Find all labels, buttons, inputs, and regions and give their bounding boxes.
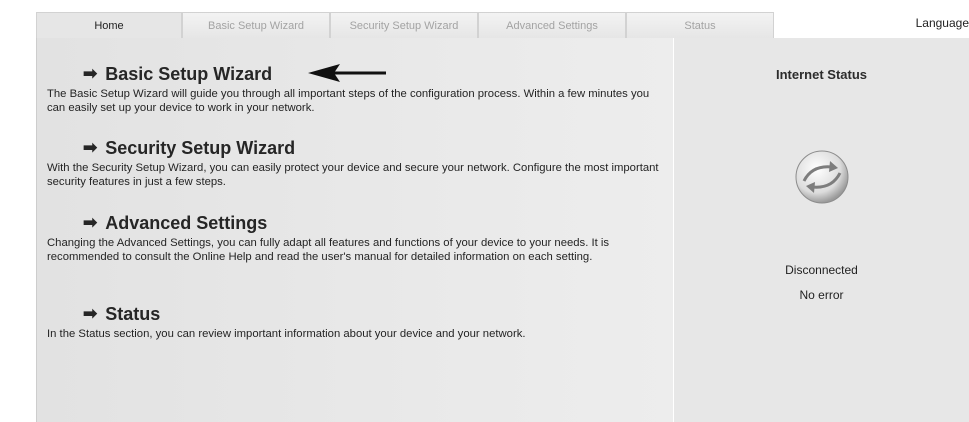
section-title: Security Setup Wizard [105,138,296,158]
section-security-setup-wizard: ➡ Security Setup Wizard With the Securit… [47,137,663,189]
home-content-panel: ➡ Basic Setup Wizard The Basic Setup Wiz… [36,38,673,422]
tab-home[interactable]: Home [36,12,182,38]
language-link[interactable]: Language [916,16,969,30]
right-arrow-icon: ➡ [83,138,98,157]
right-arrow-icon: ➡ [83,213,98,232]
internet-status-title: Internet Status [775,67,867,82]
left-arrow-pointer-icon [308,64,386,82]
section-advanced-settings: ➡ Advanced Settings Changing the Advance… [47,212,663,264]
right-arrow-icon: ➡ [83,304,98,323]
tab-advanced-settings-label: Advanced Settings [506,19,598,32]
section-title: Basic Setup Wizard [105,64,273,84]
globe-connection-icon [795,150,849,204]
advanced-settings-link[interactable]: ➡ Advanced Settings [83,212,663,234]
tab-bar: Home Basic Setup Wizard Security Setup W… [36,12,969,39]
connection-status-text: Disconnected [785,263,858,277]
section-description: The Basic Setup Wizard will guide you th… [47,88,650,114]
status-link[interactable]: ➡ Status [83,303,663,325]
section-description: Changing the Advanced Settings, you can … [47,237,610,263]
tab-basic-setup-wizard[interactable]: Basic Setup Wizard [182,12,330,38]
section-description: In the Status section, you can review im… [47,328,526,340]
section-description: With the Security Setup Wizard, you can … [47,162,659,188]
tab-basic-setup-wizard-label: Basic Setup Wizard [208,19,304,32]
section-title: Advanced Settings [105,213,268,233]
security-setup-wizard-link[interactable]: ➡ Security Setup Wizard [83,137,663,159]
tab-status-label: Status [684,19,716,32]
error-status-text: No error [799,288,844,302]
tab-security-setup-wizard[interactable]: Security Setup Wizard [330,12,478,38]
section-title: Status [105,304,161,324]
internet-status-panel: Internet Status Disconnected No error [673,38,969,422]
section-status: ➡ Status In the Status section, you can … [47,303,663,341]
tab-advanced-settings[interactable]: Advanced Settings [478,12,626,38]
tab-home-label: Home [94,19,124,32]
tab-status[interactable]: Status [626,12,774,38]
right-arrow-icon: ➡ [83,64,98,83]
tab-security-setup-wizard-label: Security Setup Wizard [349,19,459,32]
